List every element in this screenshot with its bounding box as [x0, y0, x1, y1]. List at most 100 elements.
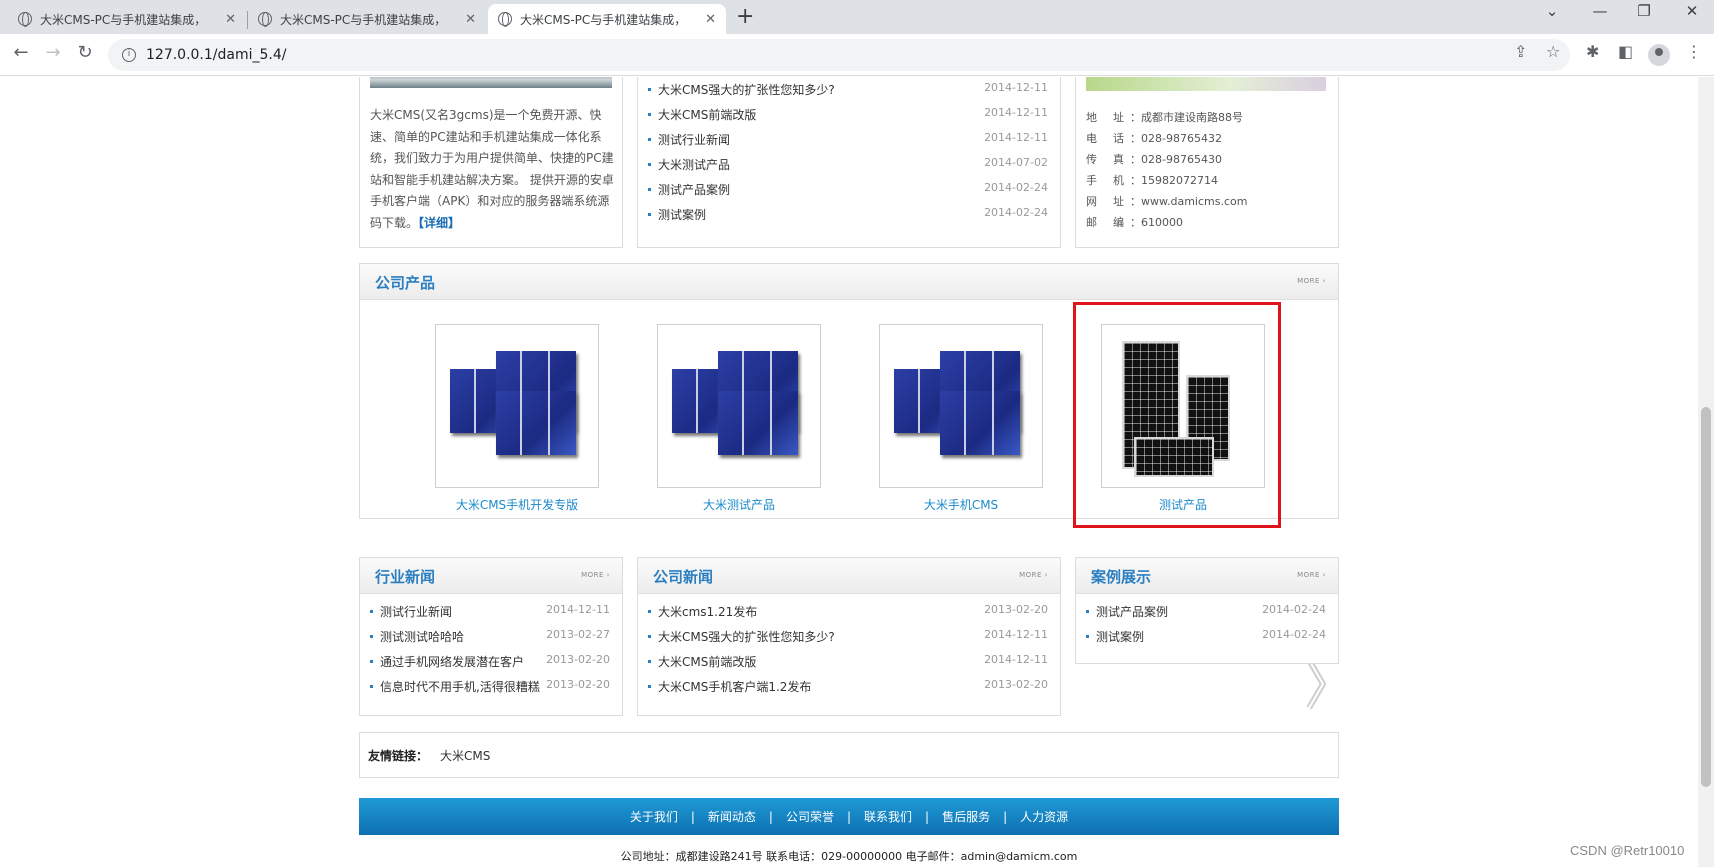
bullet-icon: [648, 138, 651, 141]
list-item[interactable]: 大米CMS强大的扩张性您知多少? 2014-12-11: [648, 81, 1048, 101]
contact-row: 邮编：610000: [1086, 214, 1183, 230]
more-link[interactable]: MORE ›: [581, 571, 610, 579]
list-item-title[interactable]: 通过手机网络发展潜在客户: [380, 653, 524, 670]
product-image[interactable]: [657, 324, 821, 488]
list-item[interactable]: 信息时代不用手机,活得很糟糕 2013-02-20: [370, 678, 610, 698]
more-link[interactable]: MORE ›: [1297, 571, 1326, 579]
browser-tab-1[interactable]: 大米CMS-PC与手机建站集成， ✕: [8, 4, 246, 34]
list-item[interactable]: 测试行业新闻 2014-12-11: [370, 603, 610, 623]
url-text: 127.0.0.1/dami_5.4/: [146, 47, 287, 63]
list-item[interactable]: 大米CMS强大的扩张性您知多少? 2014-12-11: [648, 628, 1048, 648]
footer-separator: |: [690, 809, 695, 824]
list-item-title[interactable]: 大米CMS前端改版: [658, 106, 756, 123]
more-link[interactable]: MORE ›: [1019, 571, 1048, 579]
footer-nav-link[interactable]: 人力资源: [1020, 808, 1068, 825]
side-panel-icon[interactable]: ◧: [1618, 42, 1633, 61]
list-item-title[interactable]: 测试测试哈哈哈: [380, 628, 464, 645]
browser-tab-3-active[interactable]: 大米CMS-PC与手机建站集成， ✕: [488, 4, 726, 34]
close-window-button[interactable]: ✕: [1672, 2, 1712, 20]
list-item-date: 2013-02-20: [546, 653, 610, 666]
list-item-date: 2013-02-20: [984, 678, 1048, 691]
product-card[interactable]: 大米手机CMS: [879, 324, 1043, 513]
product-card[interactable]: 大米CMS手机开发专版: [435, 324, 599, 513]
bullet-icon: [648, 635, 651, 638]
list-item-title[interactable]: 大米CMS前端改版: [658, 653, 756, 670]
list-item-title[interactable]: 测试案例: [658, 206, 706, 223]
list-item-title[interactable]: 信息时代不用手机,活得很糟糕: [380, 678, 540, 695]
contact-row: 地址：成都市建设南路88号: [1086, 109, 1243, 125]
list-item-date: 2014-12-11: [984, 653, 1048, 666]
menu-kebab-icon[interactable]: ⋮: [1686, 42, 1702, 61]
product-name[interactable]: 大米测试产品: [657, 496, 821, 513]
list-item-title[interactable]: 大米CMS强大的扩张性您知多少?: [658, 628, 835, 645]
list-item[interactable]: 测试行业新闻 2014-12-11: [648, 131, 1048, 151]
tab-title: 大米CMS-PC与手机建站集成，: [280, 12, 447, 27]
list-item[interactable]: 测试案例 2014-02-24: [1086, 628, 1326, 648]
about-box: 大米CMS(又名3gcms)是一个免费开源、快速、简单的PC建站和手机建站集成一…: [359, 77, 623, 248]
browser-tab-2[interactable]: 大米CMS-PC与手机建站集成， ✕: [248, 4, 486, 34]
footer-nav-link[interactable]: 关于我们: [630, 808, 678, 825]
bookmark-star-icon[interactable]: ☆: [1546, 42, 1560, 61]
address-bar[interactable]: i 127.0.0.1/dami_5.4/: [108, 39, 1570, 71]
bullet-icon: [370, 685, 373, 688]
list-item-date: 2014-12-11: [984, 131, 1048, 144]
list-item[interactable]: 测试案例 2014-02-24: [648, 206, 1048, 226]
list-item-title[interactable]: 大米CMS手机客户端1.2发布: [658, 678, 811, 695]
product-card[interactable]: 大米测试产品: [657, 324, 821, 513]
contact-value: 028-98765430: [1141, 153, 1222, 166]
list-item-title[interactable]: 大米CMS强大的扩张性您知多少?: [658, 81, 835, 98]
reload-icon[interactable]: ↻: [72, 42, 98, 63]
footer-nav-link[interactable]: 联系我们: [864, 808, 912, 825]
vertical-scrollbar[interactable]: [1698, 77, 1714, 867]
footer-nav-link[interactable]: 新闻动态: [708, 808, 756, 825]
industry-news-section: 行业新闻 MORE › 测试行业新闻 2014-12-11 测试测试哈哈哈 2013-…: [359, 557, 623, 716]
footer-nav-link[interactable]: 售后服务: [942, 808, 990, 825]
list-item-title[interactable]: 测试产品案例: [1096, 603, 1168, 620]
more-link[interactable]: MORE ›: [1297, 277, 1326, 285]
list-item[interactable]: 通过手机网络发展潜在客户 2013-02-20: [370, 653, 610, 673]
list-item[interactable]: 测试测试哈哈哈 2013-02-27: [370, 628, 610, 648]
list-item[interactable]: 大米cms1.21发布 2013-02-20: [648, 603, 1048, 623]
list-item-title[interactable]: 测试案例: [1096, 628, 1144, 645]
forward-icon[interactable]: →: [40, 42, 66, 63]
list-item-date: 2014-02-24: [1262, 603, 1326, 616]
product-name[interactable]: 大米CMS手机开发专版: [435, 496, 599, 513]
list-item-title[interactable]: 测试行业新闻: [658, 131, 730, 148]
list-item-title[interactable]: 测试行业新闻: [380, 603, 452, 620]
list-item-title[interactable]: 测试产品案例: [658, 181, 730, 198]
footer-nav-link[interactable]: 公司荣誉: [786, 808, 834, 825]
list-item-title[interactable]: 大米测试产品: [658, 156, 730, 173]
section-title: 行业新闻: [375, 568, 436, 586]
scrollbar-thumb[interactable]: [1701, 407, 1711, 787]
cases-section: 案例展示 MORE › 测试产品案例 2014-02-24 测试案例 2014-02-…: [1075, 557, 1339, 664]
product-image[interactable]: [879, 324, 1043, 488]
back-icon[interactable]: ←: [8, 42, 34, 63]
new-tab-button[interactable]: +: [736, 4, 754, 29]
detail-link[interactable]: 【详细】: [418, 216, 460, 230]
share-icon[interactable]: ⇪: [1514, 42, 1527, 61]
list-item[interactable]: 大米CMS手机客户端1.2发布 2013-02-20: [648, 678, 1048, 698]
close-tab-icon[interactable]: ✕: [705, 12, 716, 27]
close-tab-icon[interactable]: ✕: [225, 12, 236, 27]
bullet-icon: [1086, 635, 1089, 638]
tab-search-icon[interactable]: ⌄: [1532, 2, 1572, 20]
list-item[interactable]: 测试产品案例 2014-02-24: [1086, 603, 1326, 623]
carousel-next-icon[interactable]: [1303, 656, 1329, 712]
section-header: 公司新闻 MORE ›: [638, 558, 1060, 594]
contact-key: 邮编: [1086, 216, 1140, 229]
close-tab-icon[interactable]: ✕: [465, 12, 476, 27]
list-item[interactable]: 测试产品案例 2014-02-24: [648, 181, 1048, 201]
friend-link[interactable]: 大米CMS: [440, 747, 490, 764]
list-item[interactable]: 大米CMS前端改版 2014-12-11: [648, 106, 1048, 126]
product-name[interactable]: 大米手机CMS: [879, 496, 1043, 513]
site-info-icon[interactable]: i: [122, 48, 136, 62]
list-item[interactable]: 大米测试产品 2014-07-02: [648, 156, 1048, 176]
restore-button[interactable]: ❐: [1624, 2, 1664, 20]
extensions-icon[interactable]: ✱: [1586, 42, 1599, 61]
footer-separator: |: [768, 809, 773, 824]
minimize-button[interactable]: —: [1580, 2, 1620, 20]
list-item[interactable]: 大米CMS前端改版 2014-12-11: [648, 653, 1048, 673]
list-item-title[interactable]: 大米cms1.21发布: [658, 603, 757, 620]
profile-avatar[interactable]: [1648, 44, 1670, 66]
product-image[interactable]: [435, 324, 599, 488]
